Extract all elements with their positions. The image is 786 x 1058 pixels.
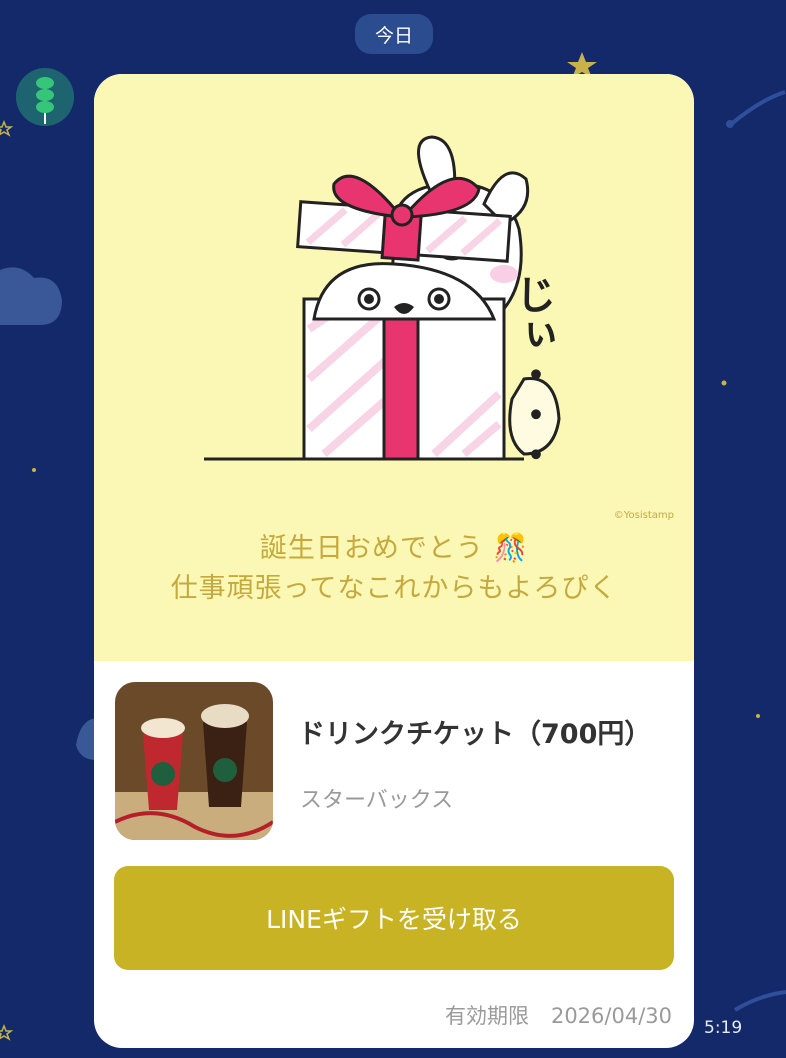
product-brand: スターバックス	[300, 788, 454, 813]
product-name: ドリンクチケット（700円）	[298, 719, 652, 750]
expiry-date: 2026/04/30	[550, 1004, 672, 1028]
expiry-label: 有効期限	[444, 1004, 529, 1028]
cloud-decoration	[0, 267, 62, 325]
expiry-info: 有効期限 2026/04/30	[94, 1000, 672, 1030]
starbucks-drinks-image	[115, 682, 273, 840]
date-separator: 今日	[355, 14, 433, 54]
receive-gift-button[interactable]: LINEギフトを受け取る	[114, 866, 674, 970]
copyright-label: ©Yosistamp	[613, 510, 674, 521]
message-line-1: 誕生日おめでとう 🎊	[259, 533, 529, 564]
comet-decoration	[728, 90, 786, 127]
dango-icon	[16, 68, 74, 126]
gift-card-header: じぃ・・・ ©Yosistamp 誕生日おめでとう 🎊 仕事頑張ってなこれからも…	[94, 74, 694, 661]
product-image[interactable]	[115, 682, 273, 840]
avatar[interactable]	[16, 68, 74, 126]
rabbit-gift-sticker: じぃ・・・	[204, 135, 561, 474]
message-line-2: 仕事頑張ってなこれからもよろぴく	[170, 573, 618, 604]
party-popper-icon: 🎊	[483, 533, 529, 564]
gift-card-message[interactable]: じぃ・・・ ©Yosistamp 誕生日おめでとう 🎊 仕事頑張ってなこれからも…	[94, 74, 694, 1048]
message-timestamp: 5:19	[704, 1018, 743, 1038]
cloud-decoration-2	[76, 718, 96, 760]
sticker-caption: じぃ・・・	[509, 274, 555, 474]
